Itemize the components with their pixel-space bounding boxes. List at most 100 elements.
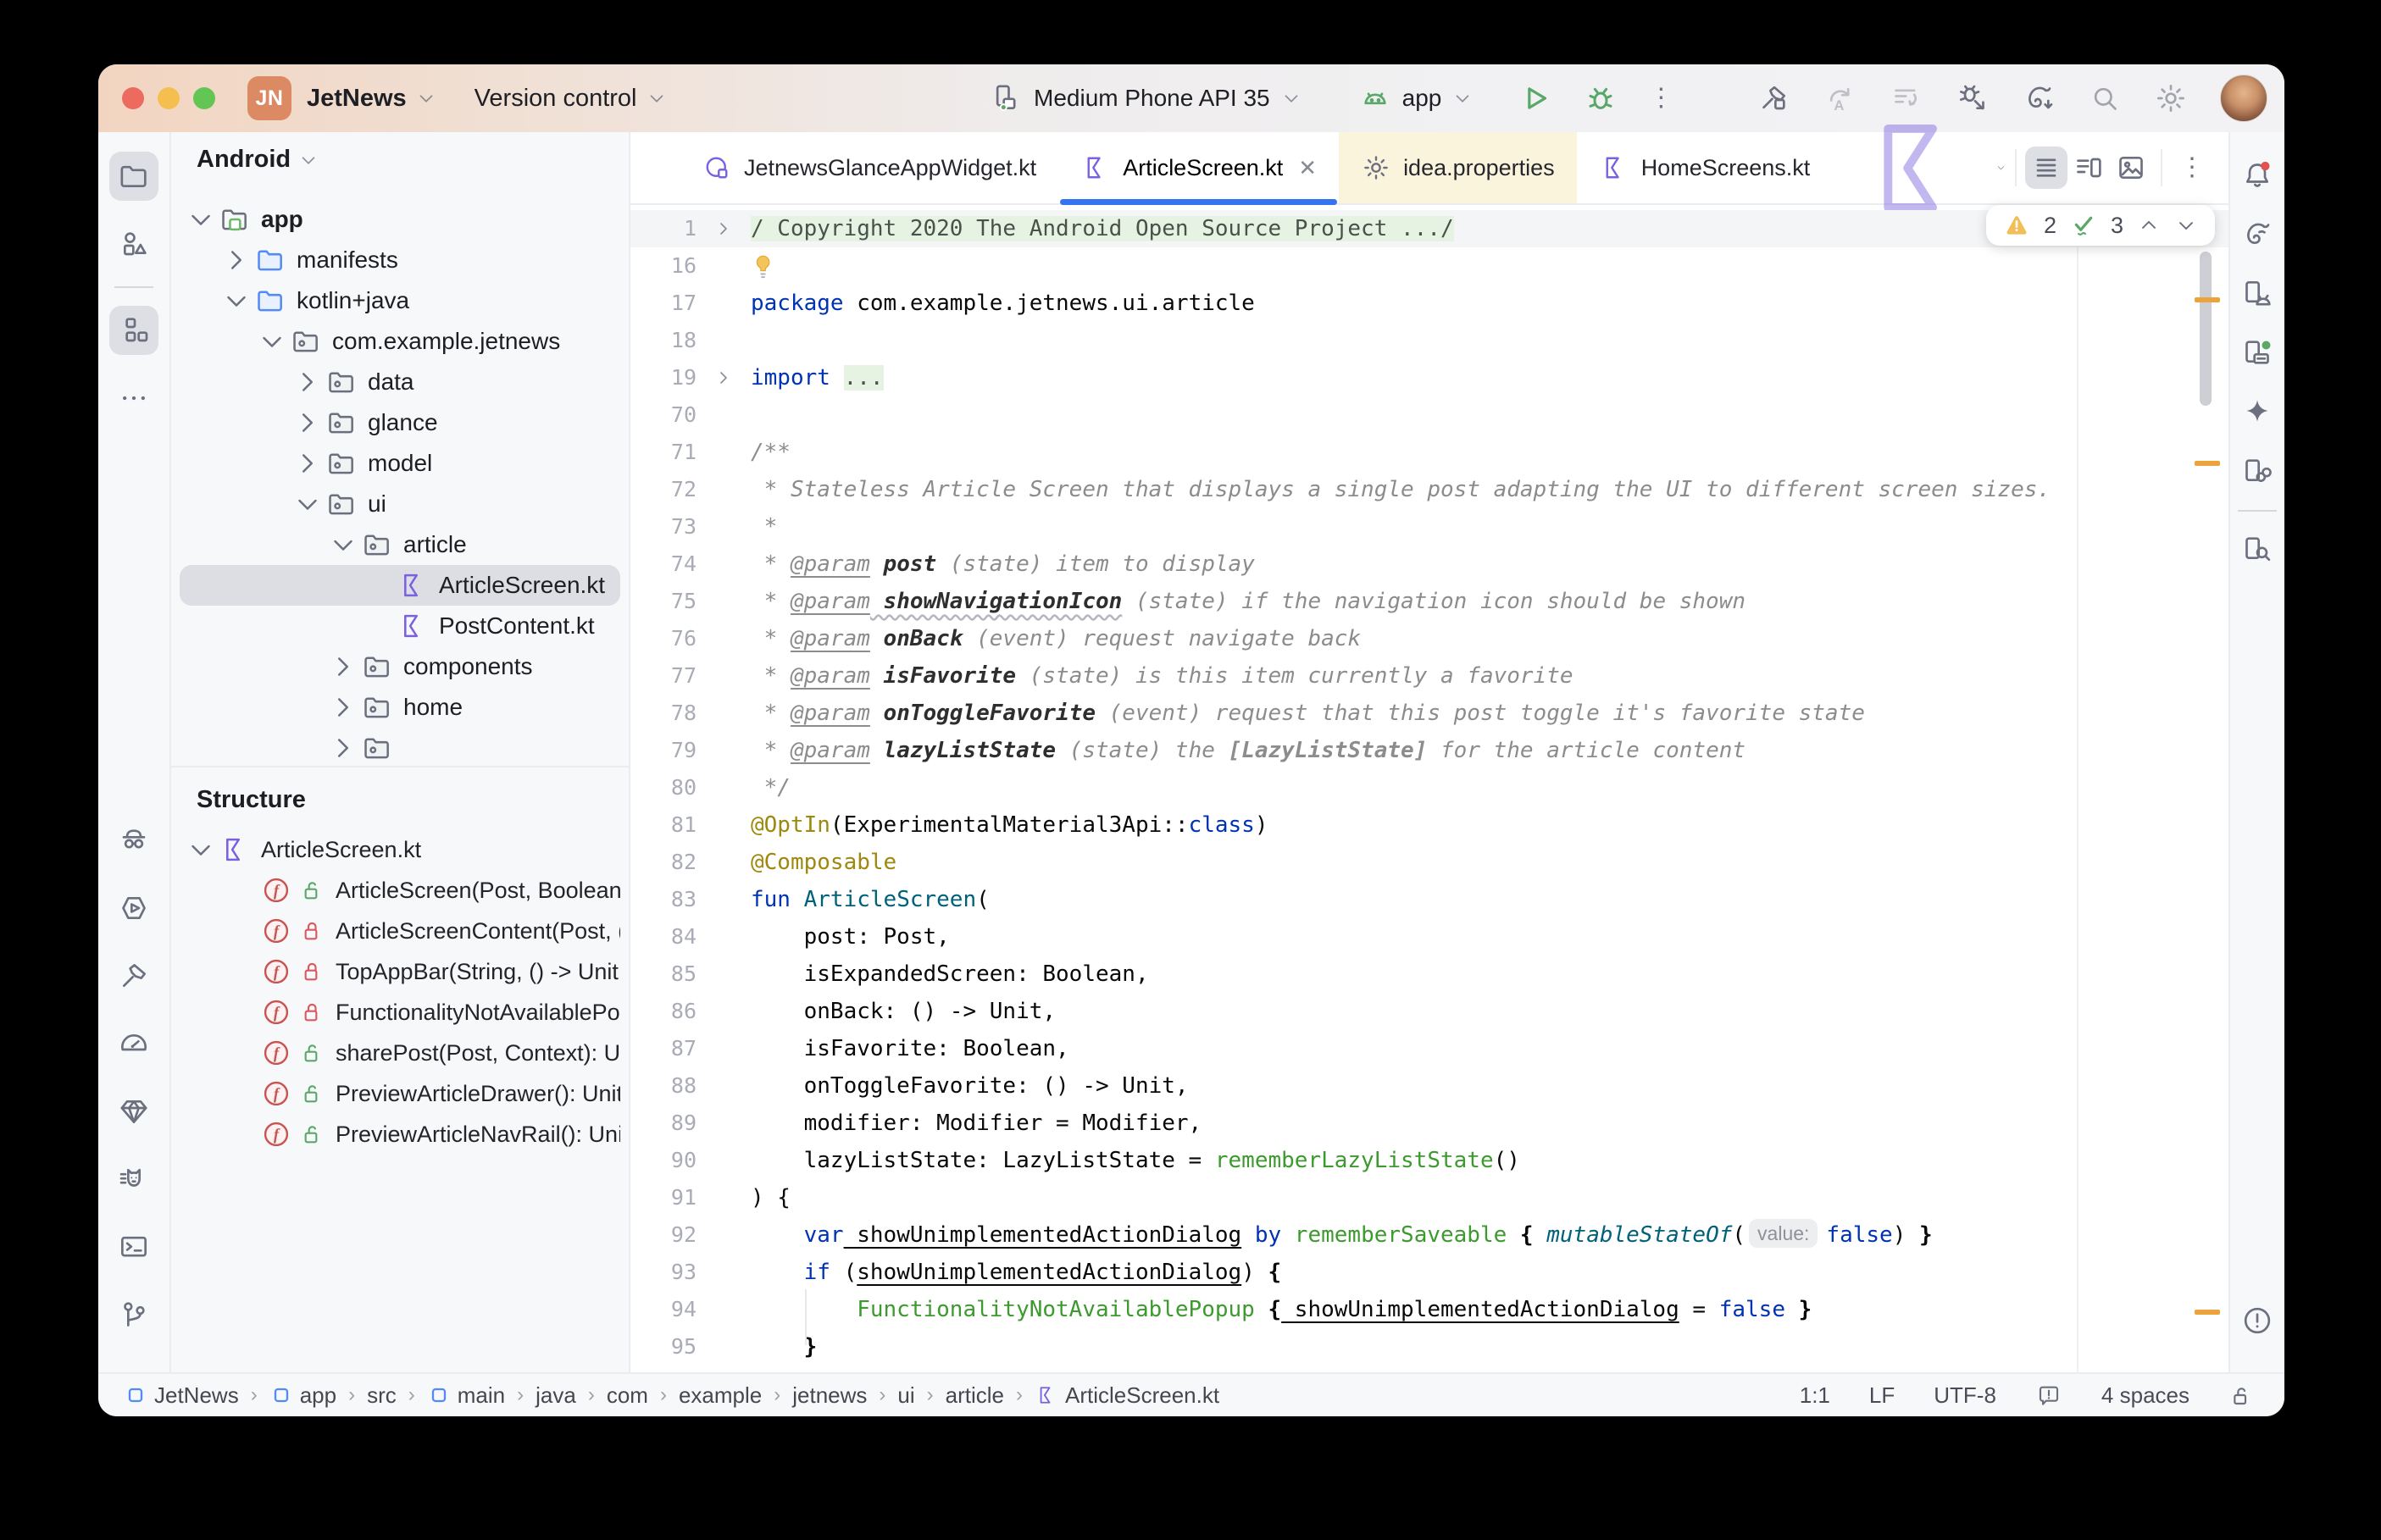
chevron-right-icon[interactable] bbox=[291, 366, 324, 398]
chevron-right-icon[interactable] bbox=[327, 732, 359, 764]
tool-button-device-mirror[interactable] bbox=[2235, 450, 2279, 494]
close-tab-icon[interactable]: ✕ bbox=[1298, 155, 1317, 181]
project-menu[interactable]: JetNews bbox=[307, 85, 437, 113]
breadcrumb-item[interactable]: article bbox=[946, 1382, 1004, 1409]
more-actions-button[interactable]: ⋮ bbox=[1648, 86, 1673, 111]
code-line-86[interactable]: 86 onBack: () -> Unit, bbox=[630, 993, 2228, 1030]
tool-button-git-branch[interactable] bbox=[109, 1290, 158, 1339]
code-line-70[interactable]: 70 bbox=[630, 396, 2228, 434]
inspection-bubble-icon[interactable] bbox=[2035, 1382, 2062, 1409]
apply-changes-button[interactable]: A bbox=[1823, 81, 1857, 115]
tool-button-profiler[interactable] bbox=[109, 884, 158, 933]
code-line-18[interactable]: 18 bbox=[630, 322, 2228, 359]
tree-row-article[interactable]: article bbox=[180, 524, 620, 565]
split-editor-button[interactable] bbox=[2067, 147, 2110, 189]
run-config-selector[interactable]: app bbox=[1358, 81, 1474, 115]
chevron-down-icon[interactable] bbox=[185, 203, 217, 235]
structure-item[interactable]: fArticleScreen(Post, Boolean, bbox=[180, 870, 620, 911]
tab-idea-properties[interactable]: idea.properties bbox=[1339, 132, 1577, 203]
breadcrumb-item[interactable]: app bbox=[269, 1382, 336, 1409]
code-line-81[interactable]: 81@OptIn(ExperimentalMaterial3Api::class… bbox=[630, 806, 2228, 844]
code-line-80[interactable]: 80 */ bbox=[630, 769, 2228, 806]
chevron-right-icon[interactable] bbox=[327, 691, 359, 723]
inspection-widget[interactable]: 2 3 bbox=[1986, 205, 2215, 246]
breadcrumb-item[interactable]: com bbox=[607, 1382, 648, 1409]
tree-row-ui[interactable]: ui bbox=[180, 484, 620, 524]
code-line-79[interactable]: 79 * @param lazyListState (state) the [L… bbox=[630, 732, 2228, 769]
structure-item[interactable]: fsharePost(Post, Context): Un bbox=[180, 1033, 620, 1073]
file-encoding[interactable]: UTF-8 bbox=[1934, 1382, 1996, 1409]
preview-button[interactable] bbox=[2110, 147, 2152, 189]
code-line-76[interactable]: 76 * @param onBack (event) request navig… bbox=[630, 620, 2228, 657]
code-editor[interactable]: 1/ Copyright 2020 The Android Open Sourc… bbox=[630, 205, 2228, 1372]
tree-row-home[interactable]: home bbox=[180, 687, 620, 728]
code-line-84[interactable]: 84 post: Post, bbox=[630, 918, 2228, 956]
structure-root[interactable]: ArticleScreen.kt bbox=[180, 829, 620, 870]
chevron-right-icon[interactable] bbox=[291, 447, 324, 479]
code-line-94[interactable]: 94 FunctionalityNotAvailablePopup { show… bbox=[630, 1291, 2228, 1328]
code-line-82[interactable]: 82@Composable bbox=[630, 844, 2228, 881]
tool-button-resources[interactable] bbox=[109, 219, 158, 269]
chevron-down-icon[interactable] bbox=[256, 325, 288, 357]
structure-item[interactable]: fPreviewArticleNavRail(): Unit bbox=[180, 1114, 620, 1155]
tab-homescreens[interactable]: HomeScreens.kt bbox=[1577, 132, 1833, 203]
fold-chevron-icon[interactable] bbox=[697, 359, 751, 396]
code-line-95[interactable]: 95 } bbox=[630, 1328, 2228, 1366]
tree-row[interactable] bbox=[180, 728, 620, 767]
indent-setting[interactable]: 4 spaces bbox=[2101, 1382, 2190, 1409]
tree-row-components[interactable]: components bbox=[180, 646, 620, 687]
editor-list-view-button[interactable] bbox=[2025, 147, 2067, 189]
code-line-73[interactable]: 73 * bbox=[630, 508, 2228, 546]
prev-problem-button[interactable] bbox=[2137, 213, 2161, 237]
tab-jetnewsglanceappwidget[interactable]: JetnewsGlanceAppWidget.kt bbox=[680, 132, 1058, 203]
chevron-down-icon[interactable] bbox=[327, 529, 359, 561]
code-line-91[interactable]: 91) { bbox=[630, 1179, 2228, 1216]
structure-item[interactable]: fArticleScreenContent(Post, () bbox=[180, 911, 620, 951]
breadcrumb-item[interactable]: main bbox=[427, 1382, 505, 1409]
code-line-77[interactable]: 77 * @param isFavorite (state) is this i… bbox=[630, 657, 2228, 695]
tool-button-more[interactable] bbox=[109, 374, 158, 423]
caret-position[interactable]: 1:1 bbox=[1800, 1382, 1830, 1409]
code-line-16[interactable]: 16 bbox=[630, 247, 2228, 285]
device-selector[interactable]: Medium Phone API 35 bbox=[990, 81, 1302, 115]
structure-item[interactable]: fPreviewArticleDrawer(): Unit bbox=[180, 1073, 620, 1114]
tool-button-device-explorer[interactable] bbox=[2235, 528, 2279, 572]
tool-button-gemini-star[interactable] bbox=[2235, 391, 2279, 435]
tree-row-glance[interactable]: glance bbox=[180, 402, 620, 443]
code-line-90[interactable]: 90 lazyListState: LazyListState = rememb… bbox=[630, 1142, 2228, 1179]
chevron-right-icon[interactable] bbox=[220, 244, 253, 276]
fold-chevron-icon[interactable] bbox=[697, 210, 751, 247]
unlocked-icon[interactable] bbox=[2228, 1382, 2256, 1409]
warning-stripe-mark[interactable] bbox=[2195, 297, 2220, 302]
project-view-selector[interactable]: Android bbox=[171, 132, 629, 177]
zoom-window-button[interactable] bbox=[193, 87, 215, 109]
breadcrumb-item[interactable]: java bbox=[536, 1382, 576, 1409]
hidden-tabs-dropdown[interactable] bbox=[1995, 157, 2006, 179]
tree-row-model[interactable]: model bbox=[180, 443, 620, 484]
debug-button[interactable] bbox=[1584, 81, 1618, 115]
tool-button-device-manager[interactable] bbox=[2235, 272, 2279, 316]
code-line-72[interactable]: 72 * Stateless Article Screen that displ… bbox=[630, 471, 2228, 508]
code-line-88[interactable]: 88 onToggleFavorite: () -> Unit, bbox=[630, 1067, 2228, 1105]
editor-scrollbar[interactable] bbox=[2200, 252, 2212, 406]
breadcrumb-item[interactable]: example bbox=[679, 1382, 762, 1409]
tree-row-com-example-jetnews[interactable]: com.example.jetnews bbox=[180, 321, 620, 362]
tool-button-running-devices[interactable] bbox=[2235, 331, 2279, 375]
chevron-right-icon[interactable] bbox=[327, 651, 359, 683]
tool-button-benchmark-gauge[interactable] bbox=[109, 1019, 158, 1068]
chevron-right-icon[interactable] bbox=[291, 407, 324, 439]
code-line-87[interactable]: 87 isFavorite: Boolean, bbox=[630, 1030, 2228, 1067]
close-window-button[interactable] bbox=[122, 87, 144, 109]
tool-button-terminal[interactable] bbox=[109, 1222, 158, 1271]
user-avatar[interactable] bbox=[2220, 75, 2267, 122]
tool-button-project-folder[interactable] bbox=[109, 152, 158, 201]
code-line-19[interactable]: 19import ... bbox=[630, 359, 2228, 396]
tool-button-gradle-elephant[interactable] bbox=[2235, 213, 2279, 257]
code-line-71[interactable]: 71/** bbox=[630, 434, 2228, 471]
breadcrumb-item[interactable]: ArticleScreen.kt bbox=[1035, 1382, 1219, 1409]
editor-options-button[interactable]: ⋮ bbox=[2171, 155, 2213, 180]
structure-item[interactable]: fFunctionalityNotAvailablePop bbox=[180, 992, 620, 1033]
breadcrumb-item[interactable]: ui bbox=[897, 1382, 914, 1409]
tree-row-app[interactable]: app bbox=[180, 199, 620, 240]
tool-button-app-inspection[interactable] bbox=[109, 816, 158, 865]
